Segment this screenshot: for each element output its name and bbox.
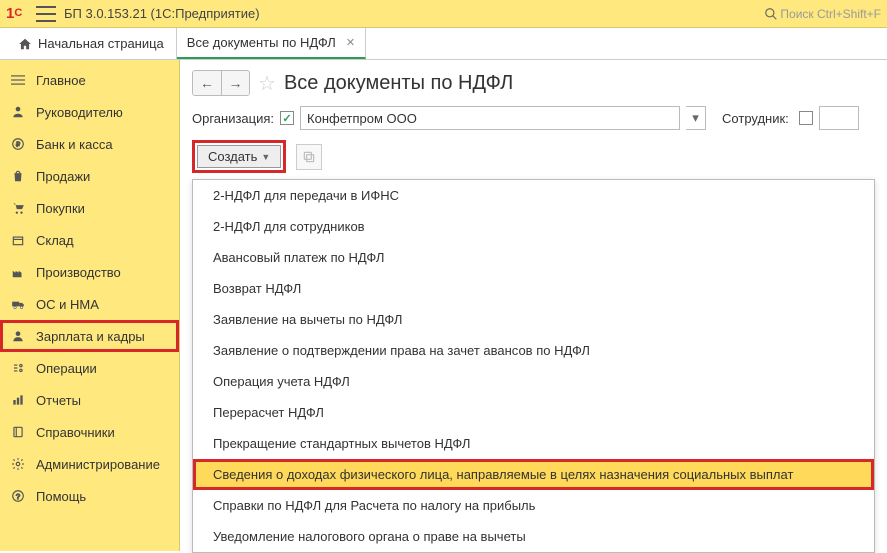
nav-forward-button[interactable]: → bbox=[221, 71, 249, 95]
sidebar-item-9[interactable]: Операции bbox=[0, 352, 179, 384]
menu-item-3[interactable]: Возврат НДФЛ bbox=[193, 273, 874, 304]
close-tab-icon[interactable]: ✕ bbox=[346, 36, 355, 49]
menu-item-9[interactable]: Сведения о доходах физического лица, нап… bbox=[193, 459, 874, 490]
sidebar-item-label: Зарплата и кадры bbox=[36, 329, 145, 344]
menu-item-7[interactable]: Перерасчет НДФЛ bbox=[193, 397, 874, 428]
sidebar-item-label: Покупки bbox=[36, 201, 85, 216]
sidebar-item-4[interactable]: Покупки bbox=[0, 192, 179, 224]
truck-icon bbox=[10, 296, 26, 312]
sidebar-item-label: Администрирование bbox=[36, 457, 160, 472]
app-title: БП 3.0.153.21 (1С:Предприятие) bbox=[64, 6, 764, 21]
org-input[interactable]: Конфетпром ООО bbox=[300, 106, 680, 130]
org-dropdown-icon[interactable]: ▾ bbox=[686, 106, 706, 130]
create-button-label: Создать bbox=[208, 149, 257, 164]
svg-text:?: ? bbox=[16, 492, 20, 501]
global-search[interactable]: Поиск Ctrl+Shift+F bbox=[764, 7, 881, 21]
sidebar-item-0[interactable]: Главное bbox=[0, 64, 179, 96]
help-icon: ? bbox=[10, 488, 26, 504]
sidebar-item-label: ОС и НМА bbox=[36, 297, 99, 312]
menu-icon bbox=[10, 72, 26, 88]
tab-documents-label: Все документы по НДФЛ bbox=[187, 35, 336, 50]
factory-icon bbox=[10, 264, 26, 280]
bag-icon bbox=[10, 168, 26, 184]
menu-item-11[interactable]: Уведомление налогового органа о праве на… bbox=[193, 521, 874, 552]
nav-arrows: ← → bbox=[192, 70, 250, 96]
cart-icon bbox=[10, 200, 26, 216]
menu-item-2[interactable]: Авансовый платеж по НДФЛ bbox=[193, 242, 874, 273]
sidebar-item-7[interactable]: ОС и НМА bbox=[0, 288, 179, 320]
sidebar-item-label: Банк и касса bbox=[36, 137, 113, 152]
sidebar-item-12[interactable]: Администрирование bbox=[0, 448, 179, 480]
sidebar-item-3[interactable]: Продажи bbox=[0, 160, 179, 192]
tabs-bar: Начальная страница Все документы по НДФЛ… bbox=[0, 28, 887, 60]
copy-button[interactable] bbox=[296, 144, 322, 170]
sidebar-item-label: Помощь bbox=[36, 489, 86, 504]
sidebar-item-5[interactable]: Склад bbox=[0, 224, 179, 256]
home-icon bbox=[18, 37, 32, 51]
sidebar-item-label: Главное bbox=[36, 73, 86, 88]
sidebar-item-label: Операции bbox=[36, 361, 97, 376]
sidebar-item-8[interactable]: Зарплата и кадры bbox=[0, 320, 179, 352]
sidebar-item-10[interactable]: Отчеты bbox=[0, 384, 179, 416]
sidebar-item-label: Справочники bbox=[36, 425, 115, 440]
dropdown-arrow-icon: ▼ bbox=[261, 152, 270, 162]
app-logo: 1С bbox=[6, 4, 30, 24]
top-toolbar: 1С БП 3.0.153.21 (1С:Предприятие) Поиск … bbox=[0, 0, 887, 28]
sidebar-item-label: Продажи bbox=[36, 169, 90, 184]
svg-text:₽: ₽ bbox=[16, 141, 20, 148]
sidebar-item-label: Производство bbox=[36, 265, 121, 280]
create-button[interactable]: Создать ▼ bbox=[197, 145, 281, 168]
book-icon bbox=[10, 424, 26, 440]
menu-item-1[interactable]: 2-НДФЛ для сотрудников bbox=[193, 211, 874, 242]
org-label: Организация: bbox=[192, 111, 274, 126]
user-icon bbox=[10, 328, 26, 344]
coin-icon: ₽ bbox=[10, 136, 26, 152]
menu-item-5[interactable]: Заявление о подтверждении права на зачет… bbox=[193, 335, 874, 366]
page-title: Все документы по НДФЛ bbox=[284, 72, 513, 95]
sidebar-item-13[interactable]: ? Помощь bbox=[0, 480, 179, 512]
sidebar-item-label: Склад bbox=[36, 233, 74, 248]
menu-item-8[interactable]: Прекращение стандартных вычетов НДФЛ bbox=[193, 428, 874, 459]
employee-checkbox[interactable] bbox=[799, 111, 813, 125]
person-icon bbox=[10, 104, 26, 120]
sidebar-item-11[interactable]: Справочники bbox=[0, 416, 179, 448]
box-icon bbox=[10, 232, 26, 248]
sidebar-item-6[interactable]: Производство bbox=[0, 256, 179, 288]
nav-back-button[interactable]: ← bbox=[193, 71, 221, 95]
org-value: Конфетпром ООО bbox=[307, 111, 417, 126]
menu-item-6[interactable]: Операция учета НДФЛ bbox=[193, 366, 874, 397]
gear-icon bbox=[10, 456, 26, 472]
sidebar-item-label: Отчеты bbox=[36, 393, 81, 408]
org-checkbox[interactable]: ✓ bbox=[280, 111, 294, 125]
create-dropdown-menu: 2-НДФЛ для передачи в ИФНС2-НДФЛ для сот… bbox=[192, 179, 875, 553]
search-icon bbox=[764, 7, 778, 21]
sidebar-item-2[interactable]: ₽ Банк и касса bbox=[0, 128, 179, 160]
sidebar-item-1[interactable]: Руководителю bbox=[0, 96, 179, 128]
search-placeholder: Поиск Ctrl+Shift+F bbox=[780, 7, 881, 21]
tab-home-label: Начальная страница bbox=[38, 36, 164, 51]
tab-documents[interactable]: Все документы по НДФЛ ✕ bbox=[177, 28, 366, 59]
tab-home[interactable]: Начальная страница bbox=[6, 28, 177, 59]
ops-icon bbox=[10, 360, 26, 376]
employee-label: Сотрудник: bbox=[722, 111, 789, 126]
favorite-star-icon[interactable]: ☆ bbox=[258, 71, 276, 96]
sidebar-item-label: Руководителю bbox=[36, 105, 123, 120]
copy-icon bbox=[302, 150, 316, 164]
menu-item-0[interactable]: 2-НДФЛ для передачи в ИФНС bbox=[193, 180, 874, 211]
menu-item-4[interactable]: Заявление на вычеты по НДФЛ bbox=[193, 304, 874, 335]
content-area: ← → ☆ Все документы по НДФЛ Организация:… bbox=[180, 60, 887, 551]
chart-icon bbox=[10, 392, 26, 408]
sidebar: Главное Руководителю ₽ Банк и касса Продажи П… bbox=[0, 60, 180, 551]
employee-input[interactable] bbox=[819, 106, 859, 130]
menu-item-10[interactable]: Справки по НДФЛ для Расчета по налогу на… bbox=[193, 490, 874, 521]
create-button-highlight: Создать ▼ bbox=[192, 140, 286, 173]
main-menu-icon[interactable] bbox=[36, 6, 56, 22]
